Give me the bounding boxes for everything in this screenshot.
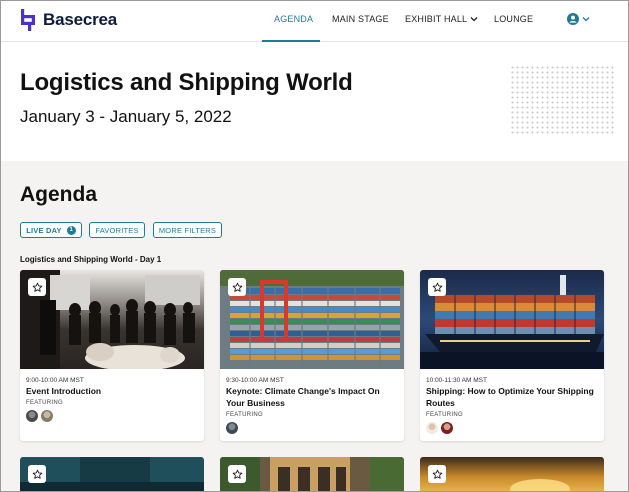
session-card[interactable]: [20, 457, 204, 491]
teal-venue-photo: [20, 457, 204, 491]
session-time: 9:00-10:00 AM MST: [26, 377, 84, 384]
session-title: Event Introduction: [26, 386, 102, 396]
container-port-aerial-photo: [220, 270, 404, 369]
chevron-down-icon: [470, 17, 478, 22]
nav-exhibit-hall[interactable]: EXHIBIT HALL: [405, 14, 478, 24]
active-nav-indicator: [262, 40, 320, 42]
session-card[interactable]: [220, 457, 404, 491]
nav-main-stage[interactable]: MAIN STAGE: [332, 14, 389, 24]
sunset-sky-photo: [420, 457, 604, 491]
featuring-label: FEATURING: [26, 400, 63, 406]
session-title: Shipping: How to Optimize Your Shipping …: [426, 386, 594, 408]
user-circle-icon: [567, 13, 579, 25]
live-day-filter-button[interactable]: LIVE DAY 1: [20, 222, 82, 238]
top-header: Basecrea AGENDA MAIN STAGE EXHIBIT HALL …: [1, 1, 628, 42]
avatar[interactable]: [41, 410, 53, 422]
live-day-count-badge: 1: [66, 225, 76, 235]
session-card[interactable]: 9:30-10:00 AM MST Keynote: Climate Chang…: [220, 270, 404, 441]
event-dates: January 3 - January 5, 2022: [20, 107, 232, 126]
featuring-label: FEATURING: [426, 412, 463, 418]
more-filters-button[interactable]: MORE FILTERS: [153, 222, 222, 238]
brand-logo[interactable]: Basecrea: [19, 9, 117, 31]
favorite-star-button[interactable]: [228, 465, 246, 483]
favorite-star-button[interactable]: [28, 278, 46, 296]
session-card[interactable]: 10:00-11:30 AM MST Shipping: How to Opti…: [420, 270, 604, 441]
cargo-ship-night-photo: [420, 270, 604, 369]
app-window: Basecrea AGENDA MAIN STAGE EXHIBIT HALL …: [0, 0, 629, 492]
star-icon: [432, 469, 442, 479]
featuring-label: FEATURING: [226, 412, 263, 418]
basecrea-logo-icon: [21, 9, 35, 31]
session-time: 9:30-10:00 AM MST: [226, 377, 284, 384]
live-day-label: LIVE DAY: [26, 225, 62, 235]
session-card[interactable]: 9:00-10:00 AM MST Event Introduction FEA…: [20, 270, 204, 441]
nav-exhibit-hall-label: EXHIBIT HALL: [405, 14, 468, 24]
speaker-avatars: [426, 422, 456, 434]
session-card[interactable]: [420, 457, 604, 491]
dot-pattern-decoration: [510, 65, 614, 135]
chevron-down-icon: [582, 17, 590, 22]
avatar[interactable]: [226, 422, 238, 434]
favorites-filter-button[interactable]: FAVORITES: [89, 222, 145, 238]
favorite-star-button[interactable]: [28, 465, 46, 483]
star-icon: [232, 469, 242, 479]
user-menu-button[interactable]: [567, 13, 590, 25]
star-icon: [232, 282, 242, 292]
favorite-star-button[interactable]: [428, 465, 446, 483]
star-icon: [32, 469, 42, 479]
speaker-avatars: [26, 410, 56, 422]
agenda-title: Agenda: [20, 183, 98, 206]
event-hero: Logistics and Shipping World January 3 -…: [1, 43, 628, 161]
nav-lounge[interactable]: LOUNGE: [494, 14, 533, 24]
favorite-star-button[interactable]: [228, 278, 246, 296]
building-facade-photo: [220, 457, 404, 491]
session-title: Keynote: Climate Change's Impact On Your…: [226, 386, 380, 408]
conference-crowd-photo: [20, 270, 204, 369]
speaker-avatars: [226, 422, 241, 434]
nav-agenda[interactable]: AGENDA: [274, 14, 313, 24]
event-title: Logistics and Shipping World: [20, 69, 353, 96]
star-icon: [32, 282, 42, 292]
agenda-section: Agenda LIVE DAY 1 FAVORITES MORE FILTERS…: [1, 161, 628, 491]
avatar[interactable]: [441, 422, 453, 434]
day-heading: Logistics and Shipping World - Day 1: [20, 255, 162, 264]
brand-name: Basecrea: [43, 10, 118, 29]
avatar[interactable]: [426, 422, 438, 434]
session-time: 10:00-11:30 AM MST: [426, 377, 487, 384]
star-icon: [432, 282, 442, 292]
avatar[interactable]: [26, 410, 38, 422]
favorite-star-button[interactable]: [428, 278, 446, 296]
